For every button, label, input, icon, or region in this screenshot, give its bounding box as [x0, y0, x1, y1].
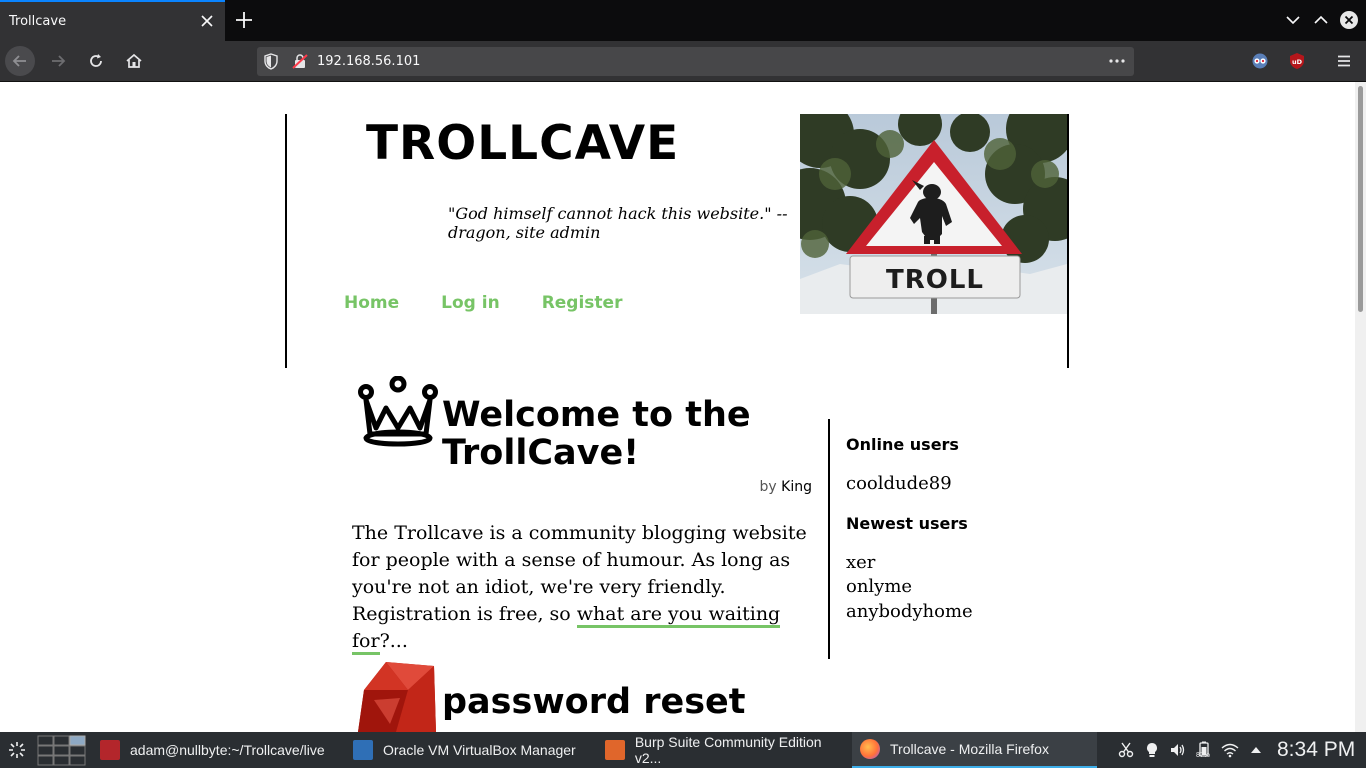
crown-icon [358, 375, 438, 452]
svg-text:TROLL: TROLL [886, 265, 984, 295]
navigation-toolbar: 192.168.56.101 uD [0, 41, 1366, 82]
ruby-gem-icon [356, 660, 438, 732]
tracking-shield-icon[interactable] [263, 53, 279, 74]
url-text[interactable]: 192.168.56.101 [317, 54, 420, 69]
system-tray: 87% [1116, 740, 1272, 760]
newest-user-item[interactable]: xer [846, 552, 875, 573]
post-byline: by King [740, 479, 812, 495]
virtualbox-icon [353, 740, 373, 760]
tray-expand-arrow-icon[interactable] [1246, 740, 1266, 760]
volume-icon[interactable] [1168, 740, 1188, 760]
newest-user-item[interactable]: onlyme [846, 576, 912, 597]
burp-suite-icon [605, 740, 625, 760]
reload-icon[interactable] [81, 46, 111, 76]
post-body: The Trollcave is a community blogging we… [352, 520, 820, 655]
browser-tab[interactable]: Trollcave [0, 0, 225, 41]
post-title: password reset [442, 682, 746, 722]
page-scrollbar[interactable] [1355, 82, 1366, 732]
task-burp-suite[interactable]: Burp Suite Community Edition v2... [605, 732, 850, 768]
site-tagline: "God himself cannot hack this website." … [448, 204, 788, 242]
troll-sign-image: TROLL [800, 114, 1067, 314]
browser-tab-bar: Trollcave [0, 0, 1366, 41]
post-author-link[interactable]: King [781, 479, 812, 495]
task-label: adam@nullbyte:~/Trollcave/live [130, 742, 325, 758]
battery-icon[interactable]: 87% [1194, 740, 1214, 760]
byline-prefix: by [759, 479, 777, 495]
svg-text:uD: uD [1292, 58, 1303, 66]
close-tab-icon[interactable] [197, 11, 217, 31]
online-user-item[interactable]: cooldude89 [846, 473, 952, 494]
newest-users-heading: Newest users [846, 514, 968, 533]
post-body-suffix: ?... [379, 630, 408, 652]
task-label: Trollcave - Mozilla Firefox [890, 741, 1049, 757]
task-label: Burp Suite Community Edition v2... [634, 734, 822, 766]
task-terminal[interactable]: adam@nullbyte:~/Trollcave/live [100, 732, 340, 768]
task-firefox[interactable]: Trollcave - Mozilla Firefox [852, 732, 1097, 768]
page-actions-icon[interactable] [1108, 53, 1126, 73]
url-bar[interactable]: 192.168.56.101 [257, 47, 1134, 76]
tab-title: Trollcave [9, 14, 67, 29]
battery-percent: 87% [1196, 752, 1211, 759]
online-users-heading: Online users [846, 435, 959, 454]
new-tab-icon[interactable] [232, 8, 256, 32]
nav-home-link[interactable]: Home [344, 293, 399, 313]
site-title: TROLLCAVE [366, 116, 680, 171]
scrollbar-thumb[interactable] [1358, 86, 1363, 312]
back-arrow-icon[interactable] [5, 46, 35, 76]
home-icon[interactable] [119, 46, 149, 76]
window-close-icon[interactable] [1339, 10, 1359, 30]
clock[interactable]: 8:34 PM [1277, 738, 1355, 762]
maximize-chevron-icon[interactable] [1311, 10, 1331, 30]
terminal-icon [100, 740, 120, 760]
forward-arrow-icon[interactable] [43, 46, 73, 76]
extension-ublock-icon[interactable]: uD [1282, 46, 1312, 76]
newest-user-item[interactable]: anybodyhome [846, 601, 973, 622]
nav-login-link[interactable]: Log in [441, 293, 500, 313]
post-title: Welcome to the TrollCave! [442, 395, 751, 473]
extension-privacy-badger-icon[interactable] [1245, 46, 1275, 76]
nav-register-link[interactable]: Register [542, 293, 623, 313]
firefox-icon [860, 739, 880, 759]
tab-list-chevron-icon[interactable] [1283, 10, 1303, 30]
task-virtualbox[interactable]: Oracle VM VirtualBox Manager [353, 732, 593, 768]
task-label: Oracle VM VirtualBox Manager [383, 742, 576, 758]
app-launcher-icon[interactable] [8, 741, 26, 763]
web-page: TROLLCAVE "God himself cannot hack this … [0, 82, 1355, 732]
wifi-icon[interactable] [1220, 740, 1240, 760]
desktop-taskbar: adam@nullbyte:~/Trollcave/live Oracle VM… [0, 732, 1366, 768]
lightbulb-icon[interactable] [1142, 740, 1162, 760]
scissors-icon[interactable] [1116, 740, 1136, 760]
sidebar: Online users cooldude89 Newest users xer… [828, 419, 1028, 659]
hamburger-menu-icon[interactable] [1329, 46, 1359, 76]
site-nav: Home Log in Register [344, 293, 664, 313]
virtual-desktop-pager[interactable] [37, 734, 87, 766]
insecure-lock-icon[interactable] [292, 53, 308, 74]
